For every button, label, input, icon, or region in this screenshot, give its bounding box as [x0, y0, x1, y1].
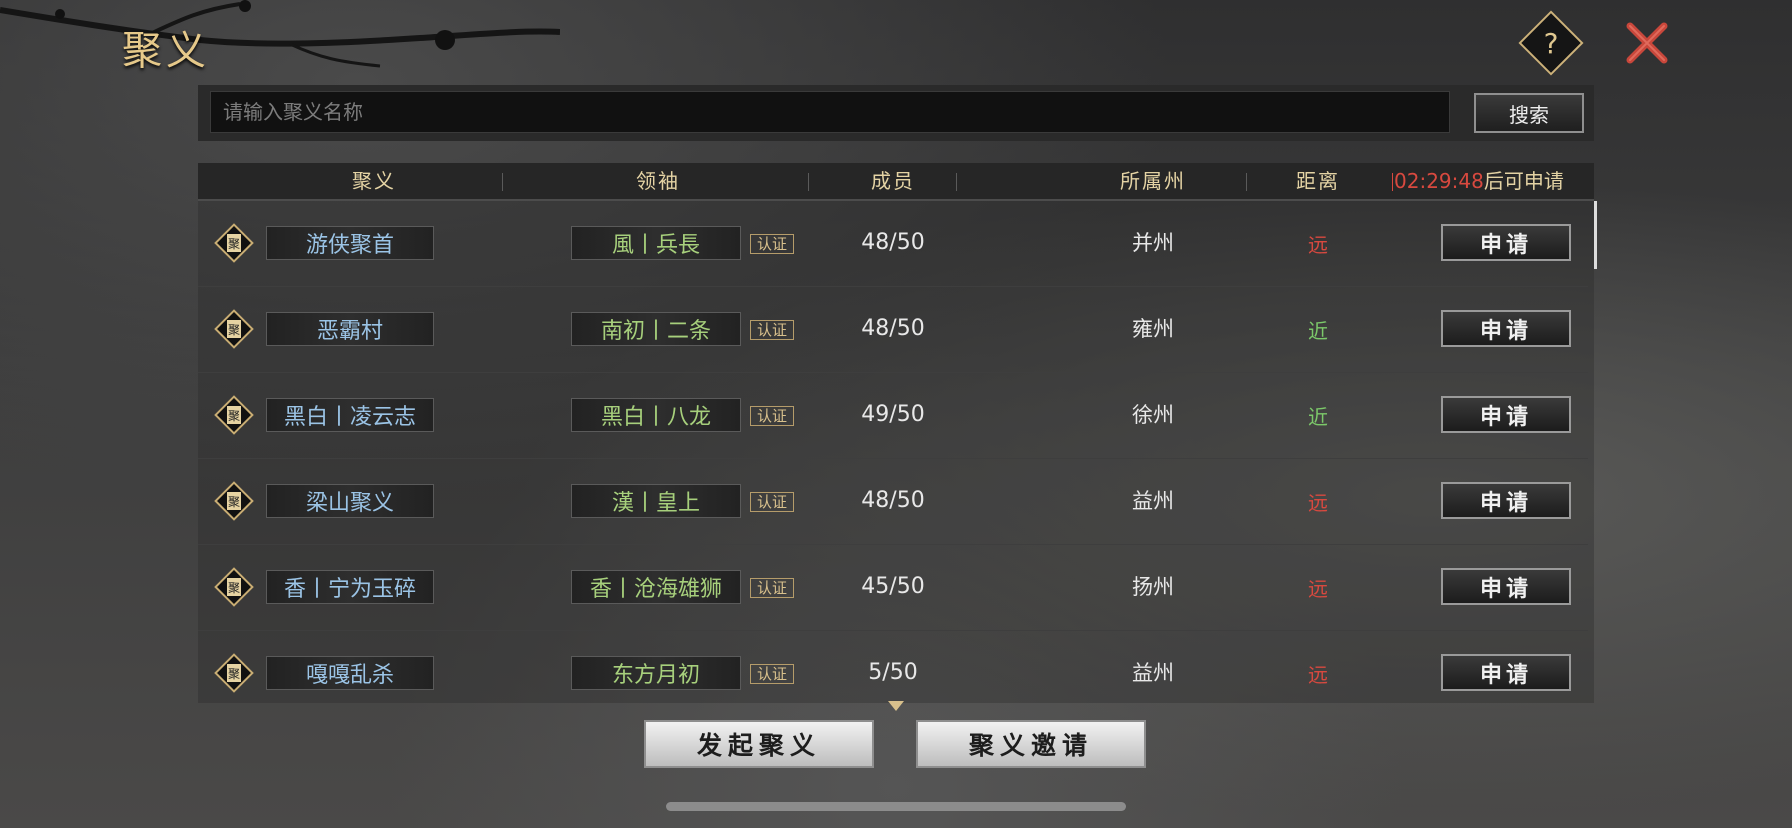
- alliance-badge-text: 聚: [228, 323, 240, 337]
- header-divider: [1392, 173, 1393, 191]
- member-count: 48/50: [861, 488, 925, 513]
- apply-button[interactable]: 申请: [1441, 654, 1571, 691]
- distance-label: 近: [1308, 405, 1328, 429]
- column-header-state: 所属州: [1120, 169, 1186, 193]
- leader-name[interactable]: 漢丨皇上: [571, 484, 741, 518]
- header-divider: [956, 173, 957, 191]
- alliance-badge-icon: 聚: [214, 481, 254, 521]
- scroll-down-indicator-icon: [888, 701, 904, 711]
- distance-label: 远: [1308, 491, 1328, 515]
- header-divider: [808, 173, 809, 191]
- state-name: 益州: [1132, 661, 1174, 685]
- ink-branch-decoration: [0, 0, 560, 68]
- table-row: 聚 梁山聚义 漢丨皇上 认证 48/50 益州 远 申请: [198, 459, 1588, 545]
- list-header: 聚义 领袖 成员 所属州 距离 02:29:48后可申请: [198, 163, 1594, 201]
- close-icon[interactable]: [1624, 20, 1670, 66]
- member-count: 48/50: [861, 316, 925, 341]
- alliance-badge-icon: 聚: [214, 653, 254, 693]
- state-name: 徐州: [1132, 403, 1174, 427]
- column-header-members: 成员: [871, 169, 915, 193]
- cooldown-suffix: 后可申请: [1483, 169, 1564, 193]
- certified-badge: 认证: [750, 664, 794, 684]
- member-count: 49/50: [861, 402, 925, 427]
- header-divider: [502, 173, 503, 191]
- apply-button[interactable]: 申请: [1441, 396, 1571, 433]
- alliance-badge-text: 聚: [228, 495, 240, 509]
- leader-name[interactable]: 黑白丨八龙: [571, 398, 741, 432]
- alliance-name[interactable]: 游侠聚首: [266, 226, 434, 260]
- distance-label: 近: [1308, 319, 1328, 343]
- alliance-badge-text: 聚: [228, 409, 240, 423]
- certified-badge: 认证: [750, 320, 794, 340]
- list-scrollbar[interactable]: [1594, 201, 1597, 269]
- state-name: 扬州: [1132, 575, 1174, 599]
- apply-button[interactable]: 申请: [1441, 568, 1571, 605]
- table-row: 聚 香丨宁为玉碎 香丨沧海雄狮 认证 45/50 扬州 远 申请: [198, 545, 1588, 631]
- home-indicator[interactable]: [666, 802, 1126, 811]
- alliance-invite-button[interactable]: 聚义邀请: [916, 720, 1146, 768]
- alliance-badge-text: 聚: [228, 667, 240, 681]
- start-alliance-button[interactable]: 发起聚义: [644, 720, 874, 768]
- leader-name[interactable]: 風丨兵長: [571, 226, 741, 260]
- alliance-name[interactable]: 恶霸村: [266, 312, 434, 346]
- member-count: 48/50: [861, 230, 925, 255]
- state-name: 益州: [1132, 489, 1174, 513]
- alliance-list-panel: 聚义 领袖 成员 所属州 距离 02:29:48后可申请 聚 游侠聚首 風丨兵長…: [198, 163, 1594, 703]
- page-title: 聚义: [122, 28, 210, 74]
- search-bar: 搜索: [198, 85, 1594, 141]
- alliance-name[interactable]: 黑白丨凌云志: [266, 398, 434, 432]
- alliance-badge-icon: 聚: [214, 223, 254, 263]
- apply-button[interactable]: 申请: [1441, 310, 1571, 347]
- help-button[interactable]: ?: [1518, 10, 1584, 76]
- cooldown-timer: 02:29:48: [1394, 169, 1484, 193]
- alliance-rows: 聚 游侠聚首 風丨兵長 认证 48/50 并州 远 申请 聚 恶霸村 南初丨二条…: [198, 201, 1594, 703]
- table-row: 聚 恶霸村 南初丨二条 认证 48/50 雍州 近 申请: [198, 287, 1588, 373]
- column-header-distance: 距离: [1296, 169, 1340, 193]
- search-button[interactable]: 搜索: [1474, 93, 1584, 133]
- alliance-badge-icon: 聚: [214, 395, 254, 435]
- leader-name[interactable]: 南初丨二条: [571, 312, 741, 346]
- column-header-alliance: 聚义: [352, 169, 396, 193]
- alliance-badge-text: 聚: [228, 581, 240, 595]
- alliance-name[interactable]: 嘎嘎乱杀: [266, 656, 434, 690]
- certified-badge: 认证: [750, 406, 794, 426]
- help-icon: ?: [1543, 26, 1559, 60]
- certified-badge: 认证: [750, 234, 794, 254]
- member-count: 45/50: [861, 574, 925, 599]
- table-row: 聚 嘎嘎乱杀 东方月初 认证 5/50 益州 远 申请: [198, 631, 1588, 703]
- state-name: 并州: [1132, 231, 1174, 255]
- apply-cooldown: 02:29:48后可申请: [1394, 163, 1564, 199]
- leader-name[interactable]: 香丨沧海雄狮: [571, 570, 741, 604]
- alliance-name[interactable]: 梁山聚义: [266, 484, 434, 518]
- alliance-badge-icon: 聚: [214, 309, 254, 349]
- state-name: 雍州: [1132, 317, 1174, 341]
- search-input[interactable]: [210, 91, 1450, 133]
- alliance-name[interactable]: 香丨宁为玉碎: [266, 570, 434, 604]
- table-row: 聚 黑白丨凌云志 黑白丨八龙 认证 49/50 徐州 近 申请: [198, 373, 1588, 459]
- distance-label: 远: [1308, 233, 1328, 257]
- column-header-leader: 领袖: [636, 169, 680, 193]
- alliance-badge-icon: 聚: [214, 567, 254, 607]
- table-row: 聚 游侠聚首 風丨兵長 认证 48/50 并州 远 申请: [198, 201, 1588, 287]
- leader-name[interactable]: 东方月初: [571, 656, 741, 690]
- apply-button[interactable]: 申请: [1441, 482, 1571, 519]
- certified-badge: 认证: [750, 492, 794, 512]
- alliance-badge-text: 聚: [228, 237, 240, 251]
- apply-button[interactable]: 申请: [1441, 224, 1571, 261]
- distance-label: 远: [1308, 663, 1328, 687]
- header-divider: [1246, 173, 1247, 191]
- member-count: 5/50: [868, 660, 918, 685]
- distance-label: 远: [1308, 577, 1328, 601]
- certified-badge: 认证: [750, 578, 794, 598]
